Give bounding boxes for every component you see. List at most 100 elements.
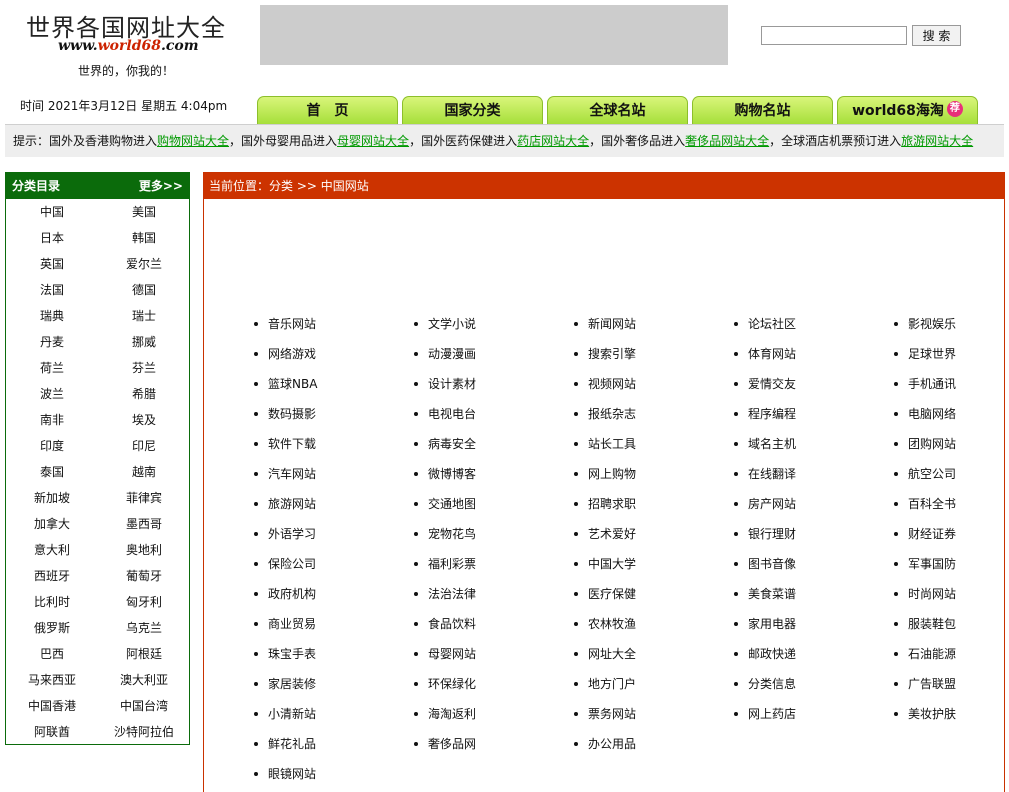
country-link[interactable]: 埃及 <box>98 407 190 433</box>
country-link[interactable]: 日本 <box>6 225 98 251</box>
category-item[interactable]: 时尚网站 <box>894 582 1009 612</box>
country-link[interactable]: 瑞典 <box>6 303 98 329</box>
country-link[interactable]: 德国 <box>98 277 190 303</box>
category-item[interactable]: 奢侈品网 <box>414 732 574 762</box>
category-item[interactable]: 域名主机 <box>734 432 894 462</box>
category-item[interactable]: 军事国防 <box>894 552 1009 582</box>
category-item[interactable]: 电脑网络 <box>894 402 1009 432</box>
country-link[interactable]: 加拿大 <box>6 511 98 537</box>
country-link[interactable]: 爱尔兰 <box>98 251 190 277</box>
category-item[interactable]: 宠物花鸟 <box>414 522 574 552</box>
country-link[interactable]: 奥地利 <box>98 537 190 563</box>
category-item[interactable]: 福利彩票 <box>414 552 574 582</box>
category-item[interactable]: 设计素材 <box>414 372 574 402</box>
country-link[interactable]: 墨西哥 <box>98 511 190 537</box>
category-item[interactable]: 票务网站 <box>574 702 734 732</box>
category-item[interactable]: 房产网站 <box>734 492 894 522</box>
category-item[interactable]: 病毒安全 <box>414 432 574 462</box>
category-item[interactable]: 数码摄影 <box>254 402 414 432</box>
country-link[interactable]: 丹麦 <box>6 329 98 355</box>
country-link[interactable]: 西班牙 <box>6 563 98 589</box>
category-item[interactable]: 石油能源 <box>894 642 1009 672</box>
country-link[interactable]: 葡萄牙 <box>98 563 190 589</box>
country-link[interactable]: 南非 <box>6 407 98 433</box>
category-item[interactable]: 文学小说 <box>414 312 574 342</box>
category-item[interactable]: 中国大学 <box>574 552 734 582</box>
category-item[interactable]: 海淘返利 <box>414 702 574 732</box>
country-link[interactable]: 俄罗斯 <box>6 615 98 641</box>
tip-link[interactable]: 奢侈品网站大全 <box>685 134 769 148</box>
category-item[interactable]: 分类信息 <box>734 672 894 702</box>
category-item[interactable]: 保险公司 <box>254 552 414 582</box>
category-item[interactable]: 网上购物 <box>574 462 734 492</box>
sidebar-more-link[interactable]: 更多>> <box>139 173 183 199</box>
country-link[interactable]: 阿联酋 <box>6 719 98 745</box>
country-link[interactable]: 中国 <box>6 199 98 225</box>
country-link[interactable]: 乌克兰 <box>98 615 190 641</box>
category-item[interactable]: 地方门户 <box>574 672 734 702</box>
country-link[interactable]: 越南 <box>98 459 190 485</box>
category-item[interactable]: 爱情交友 <box>734 372 894 402</box>
country-link[interactable]: 马来西亚 <box>6 667 98 693</box>
category-item[interactable]: 论坛社区 <box>734 312 894 342</box>
category-item[interactable]: 财经证券 <box>894 522 1009 552</box>
tip-link[interactable]: 购物网站大全 <box>157 134 229 148</box>
category-item[interactable]: 商业贸易 <box>254 612 414 642</box>
category-item[interactable]: 食品饮料 <box>414 612 574 642</box>
category-item[interactable]: 团购网站 <box>894 432 1009 462</box>
search-input[interactable] <box>761 26 907 45</box>
category-item[interactable]: 百科全书 <box>894 492 1009 522</box>
banner-ad[interactable] <box>260 5 728 65</box>
category-item[interactable]: 报纸杂志 <box>574 402 734 432</box>
category-item[interactable]: 招聘求职 <box>574 492 734 522</box>
category-item[interactable]: 在线翻译 <box>734 462 894 492</box>
country-link[interactable]: 比利时 <box>6 589 98 615</box>
country-link[interactable]: 美国 <box>98 199 190 225</box>
category-item[interactable]: 篮球NBA <box>254 372 414 402</box>
category-item[interactable]: 搜索引擎 <box>574 342 734 372</box>
country-link[interactable]: 印度 <box>6 433 98 459</box>
category-item[interactable]: 办公用品 <box>574 732 734 762</box>
country-link[interactable]: 菲律宾 <box>98 485 190 511</box>
category-item[interactable]: 小清新站 <box>254 702 414 732</box>
category-item[interactable]: 鲜花礼品 <box>254 732 414 762</box>
category-item[interactable]: 外语学习 <box>254 522 414 552</box>
country-link[interactable]: 法国 <box>6 277 98 303</box>
country-link[interactable]: 沙特阿拉伯 <box>98 719 190 745</box>
tip-link[interactable]: 旅游网站大全 <box>901 134 973 148</box>
category-item[interactable]: 邮政快递 <box>734 642 894 672</box>
country-link[interactable]: 挪威 <box>98 329 190 355</box>
category-item[interactable]: 广告联盟 <box>894 672 1009 702</box>
category-item[interactable]: 美食菜谱 <box>734 582 894 612</box>
category-item[interactable]: 视频网站 <box>574 372 734 402</box>
category-item[interactable]: 政府机构 <box>254 582 414 612</box>
category-item[interactable]: 家居装修 <box>254 672 414 702</box>
nav-tab-haitao[interactable]: world68海淘荐 <box>837 96 978 124</box>
nav-tab-countries[interactable]: 国家分类 <box>402 96 543 124</box>
country-link[interactable]: 新加坡 <box>6 485 98 511</box>
category-item[interactable]: 网络游戏 <box>254 342 414 372</box>
category-item[interactable]: 网址大全 <box>574 642 734 672</box>
nav-tab-home[interactable]: 首 页 <box>257 96 398 124</box>
category-item[interactable]: 影视娱乐 <box>894 312 1009 342</box>
category-item[interactable]: 站长工具 <box>574 432 734 462</box>
category-item[interactable]: 网上药店 <box>734 702 894 732</box>
category-item[interactable]: 法治法律 <box>414 582 574 612</box>
country-link[interactable]: 巴西 <box>6 641 98 667</box>
category-item[interactable]: 珠宝手表 <box>254 642 414 672</box>
category-item[interactable]: 手机通讯 <box>894 372 1009 402</box>
category-item[interactable]: 程序编程 <box>734 402 894 432</box>
category-item[interactable]: 家用电器 <box>734 612 894 642</box>
country-link[interactable]: 英国 <box>6 251 98 277</box>
country-link[interactable]: 韩国 <box>98 225 190 251</box>
category-item[interactable]: 艺术爱好 <box>574 522 734 552</box>
category-item[interactable]: 眼镜网站 <box>254 762 414 792</box>
nav-tab-shopping-sites[interactable]: 购物名站 <box>692 96 833 124</box>
category-item[interactable]: 电视电台 <box>414 402 574 432</box>
country-link[interactable]: 波兰 <box>6 381 98 407</box>
country-link[interactable]: 印尼 <box>98 433 190 459</box>
category-item[interactable]: 动漫漫画 <box>414 342 574 372</box>
category-item[interactable]: 环保绿化 <box>414 672 574 702</box>
category-item[interactable]: 微博博客 <box>414 462 574 492</box>
category-item[interactable]: 旅游网站 <box>254 492 414 522</box>
